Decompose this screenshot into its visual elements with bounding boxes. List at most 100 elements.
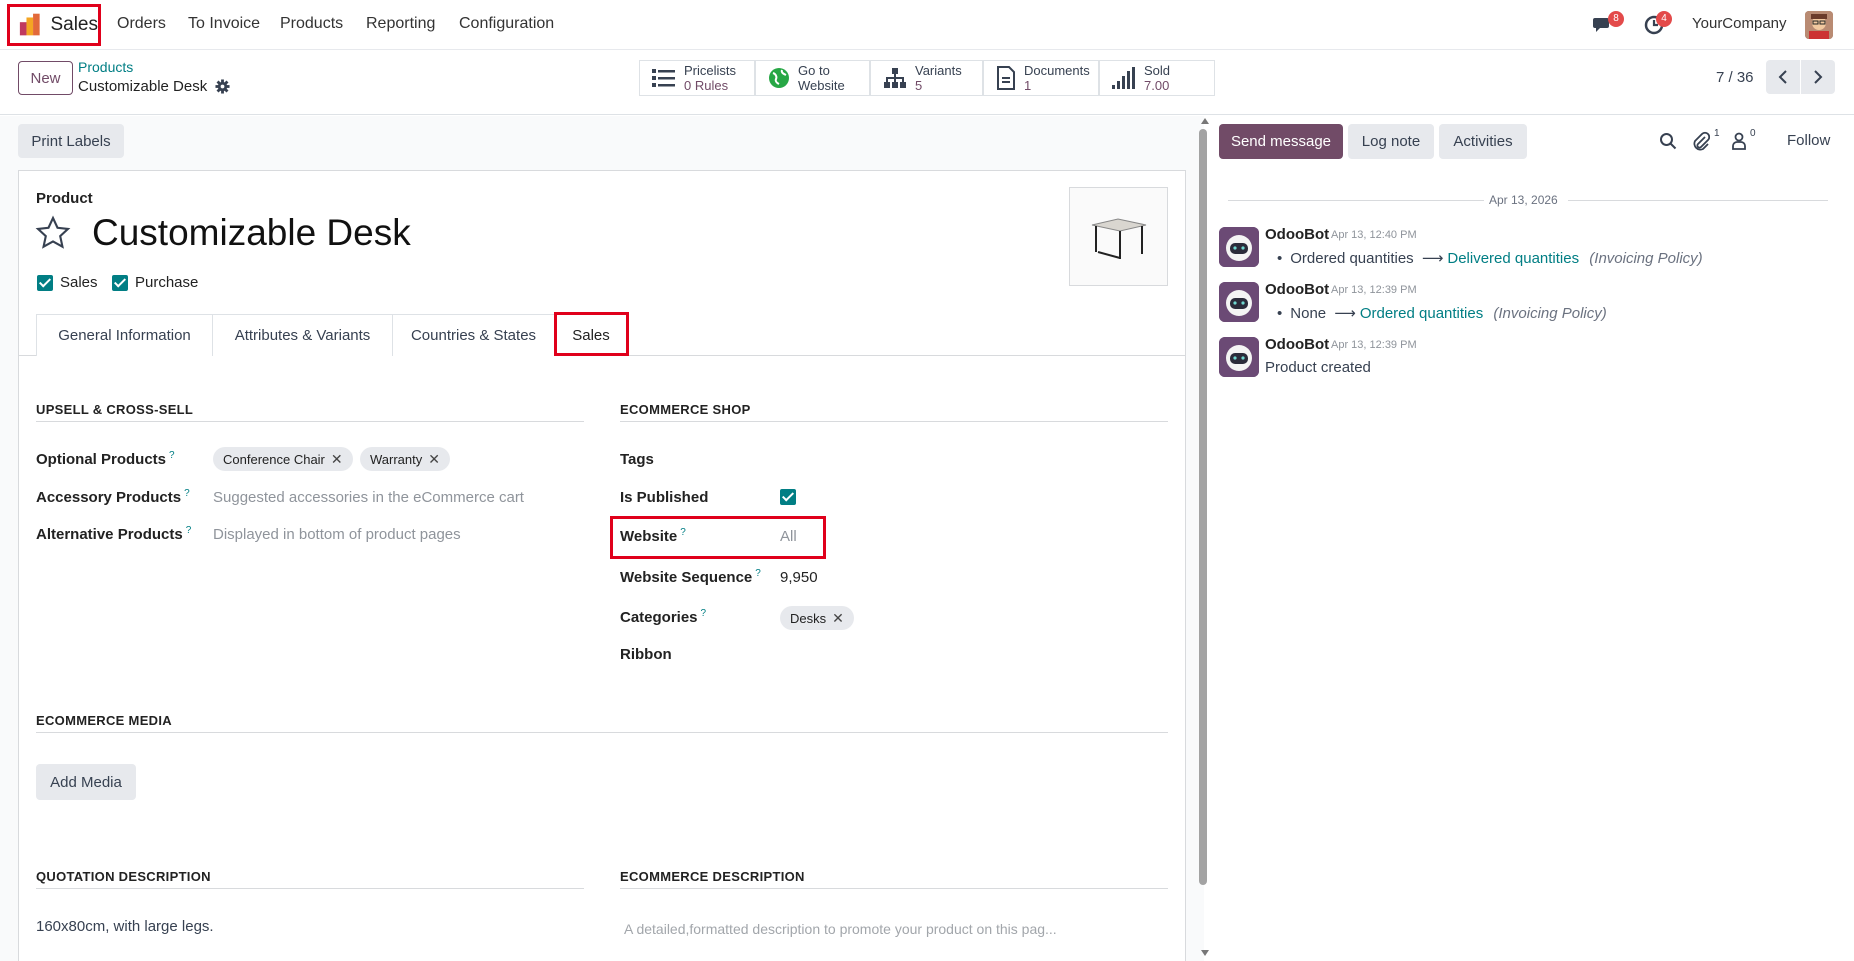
pricelists-smart-button[interactable]: Pricelists 0 Rules <box>639 60 755 96</box>
help-icon[interactable]: ? <box>755 568 761 579</box>
product-image[interactable] <box>1069 187 1168 286</box>
media-divider <box>36 732 1168 733</box>
help-icon[interactable]: ? <box>186 525 192 536</box>
tags-input[interactable] <box>780 447 1160 473</box>
tag-remove-icon[interactable]: ✕ <box>832 610 844 627</box>
tab-countries-states[interactable]: Countries & States <box>392 314 555 356</box>
message-tracking: • None ⟶ Ordered quantities (Invoicing Pol… <box>1277 305 1607 322</box>
ecommerce-shop-section-title: ECOMMERCE SHOP <box>620 402 751 417</box>
star-icon[interactable] <box>35 215 71 251</box>
tag-conference-chair: Conference Chair ✕ <box>213 447 353 471</box>
pager-value[interactable]: 7 / 36 <box>1716 69 1754 86</box>
documents-smart-button[interactable]: Documents 1 <box>983 60 1099 96</box>
variants-label: Variants <box>915 63 962 78</box>
breadcrumb-products[interactable]: Products <box>78 59 133 75</box>
scroll-down-arrow-icon[interactable] <box>1201 950 1209 956</box>
log-note-button[interactable]: Log note <box>1348 124 1434 159</box>
gear-icon[interactable] <box>215 79 230 94</box>
file-icon <box>997 66 1015 90</box>
tracking-new-value: Delivered quantities <box>1447 250 1580 267</box>
ecommerce-shop-divider <box>620 421 1168 422</box>
ribbon-label: Ribbon <box>620 646 672 663</box>
documents-value: 1 <box>1024 78 1032 93</box>
sold-smart-button[interactable]: Sold 7.00 <box>1099 60 1215 96</box>
date-divider-left <box>1228 200 1484 201</box>
variants-smart-button[interactable]: Variants 5 <box>870 60 983 96</box>
message-author[interactable]: OdooBot <box>1265 281 1329 298</box>
product-label: Product <box>36 190 93 207</box>
user-avatar[interactable] <box>1805 11 1833 39</box>
attachments-count: 1 <box>1714 128 1720 139</box>
website-label: Go to <box>798 63 830 78</box>
website-sequence-label: Website Sequence? <box>620 568 761 586</box>
help-icon[interactable]: ? <box>169 450 175 461</box>
tracking-new-value: Ordered quantities <box>1359 305 1484 322</box>
tab-general-information[interactable]: General Information <box>36 314 213 356</box>
add-media-button[interactable]: Add Media <box>36 764 136 800</box>
tab-attributes-variants[interactable]: Attributes & Variants <box>212 314 393 356</box>
variants-value: 5 <box>915 78 923 93</box>
message-author[interactable]: OdooBot <box>1265 336 1329 353</box>
date-separator: Apr 13, 2026 <box>1489 193 1558 207</box>
send-message-button[interactable]: Send message <box>1219 124 1343 159</box>
purchase-checkbox[interactable] <box>112 275 128 291</box>
avatar[interactable] <box>1219 337 1259 377</box>
ecommerce-description-divider <box>620 888 1168 889</box>
sales-app-icon <box>19 13 40 36</box>
activities-button[interactable]: Activities <box>1439 124 1527 159</box>
avatar[interactable] <box>1219 227 1259 267</box>
nav-orders[interactable]: Orders <box>117 15 166 33</box>
ecommerce-description-title: ECOMMERCE DESCRIPTION <box>620 869 805 884</box>
accessory-products-input[interactable]: Suggested accessories in the eCommerce c… <box>213 489 524 506</box>
followers-count: 0 <box>1750 128 1756 139</box>
alternative-products-input[interactable]: Displayed in bottom of product pages <box>213 526 461 543</box>
nav-reporting[interactable]: Reporting <box>366 15 435 33</box>
purchase-checkbox-label: Purchase <box>135 274 199 291</box>
pricelists-value: 0 Rules <box>684 78 729 93</box>
scroll-up-arrow-icon[interactable] <box>1201 118 1209 124</box>
sold-label: Sold <box>1144 63 1171 78</box>
ecommerce-description-input[interactable]: A detailed,formatted description to prom… <box>624 921 1057 937</box>
search-icon[interactable] <box>1659 132 1677 150</box>
tracking-old-value: Ordered quantities <box>1290 250 1414 267</box>
categories-label: Categories? <box>620 608 707 626</box>
pager-previous-button[interactable] <box>1766 60 1800 94</box>
message-author[interactable]: OdooBot <box>1265 226 1329 243</box>
activities-badge: 4 <box>1656 11 1672 27</box>
sitemap-icon <box>884 68 906 88</box>
tag-remove-icon[interactable]: ✕ <box>428 451 440 468</box>
user-icon[interactable] <box>1731 132 1747 150</box>
new-button[interactable]: New <box>18 61 73 95</box>
pricelists-label: Pricelists <box>684 63 737 78</box>
avatar[interactable] <box>1219 282 1259 322</box>
app-home-button[interactable]: Sales <box>7 4 101 46</box>
print-labels-button[interactable]: Print Labels <box>18 124 124 158</box>
quotation-description-input[interactable]: 160x80cm, with large legs. <box>36 918 214 935</box>
follow-button[interactable]: Follow <box>1787 132 1830 149</box>
help-icon[interactable]: ? <box>184 488 190 499</box>
paperclip-icon[interactable] <box>1692 131 1710 151</box>
messages-badge: 8 <box>1608 11 1624 27</box>
nav-configuration[interactable]: Configuration <box>459 15 554 33</box>
quotation-divider <box>36 888 584 889</box>
nav-to-invoice[interactable]: To Invoice <box>188 15 260 33</box>
help-icon[interactable]: ? <box>701 608 707 619</box>
company-switcher[interactable]: YourCompany <box>1692 15 1787 32</box>
product-name[interactable]: Customizable Desk <box>92 212 411 254</box>
tag-remove-icon[interactable]: ✕ <box>331 451 343 468</box>
is-published-checkbox[interactable] <box>780 489 796 505</box>
message-date: Apr 13, 12:39 PM <box>1331 339 1417 351</box>
message-tracking: • Ordered quantities ⟶ Delivered quantitie… <box>1277 250 1703 267</box>
go-to-website-smart-button[interactable]: Go to Website <box>755 60 870 96</box>
documents-label: Documents <box>1024 63 1090 78</box>
nav-products[interactable]: Products <box>280 15 343 33</box>
form-scrollbar[interactable] <box>1198 116 1209 961</box>
website-sequence-input[interactable]: 9,950 <box>780 569 818 586</box>
scrollbar-thumb[interactable] <box>1199 129 1207 885</box>
ribbon-select[interactable] <box>780 642 1160 668</box>
user-avatar-icon <box>1805 11 1833 39</box>
sales-checkbox[interactable] <box>37 275 53 291</box>
odoobot-avatar-icon <box>1219 337 1259 377</box>
quotation-description-title: QUOTATION DESCRIPTION <box>36 869 211 884</box>
pager-next-button[interactable] <box>1801 60 1835 94</box>
